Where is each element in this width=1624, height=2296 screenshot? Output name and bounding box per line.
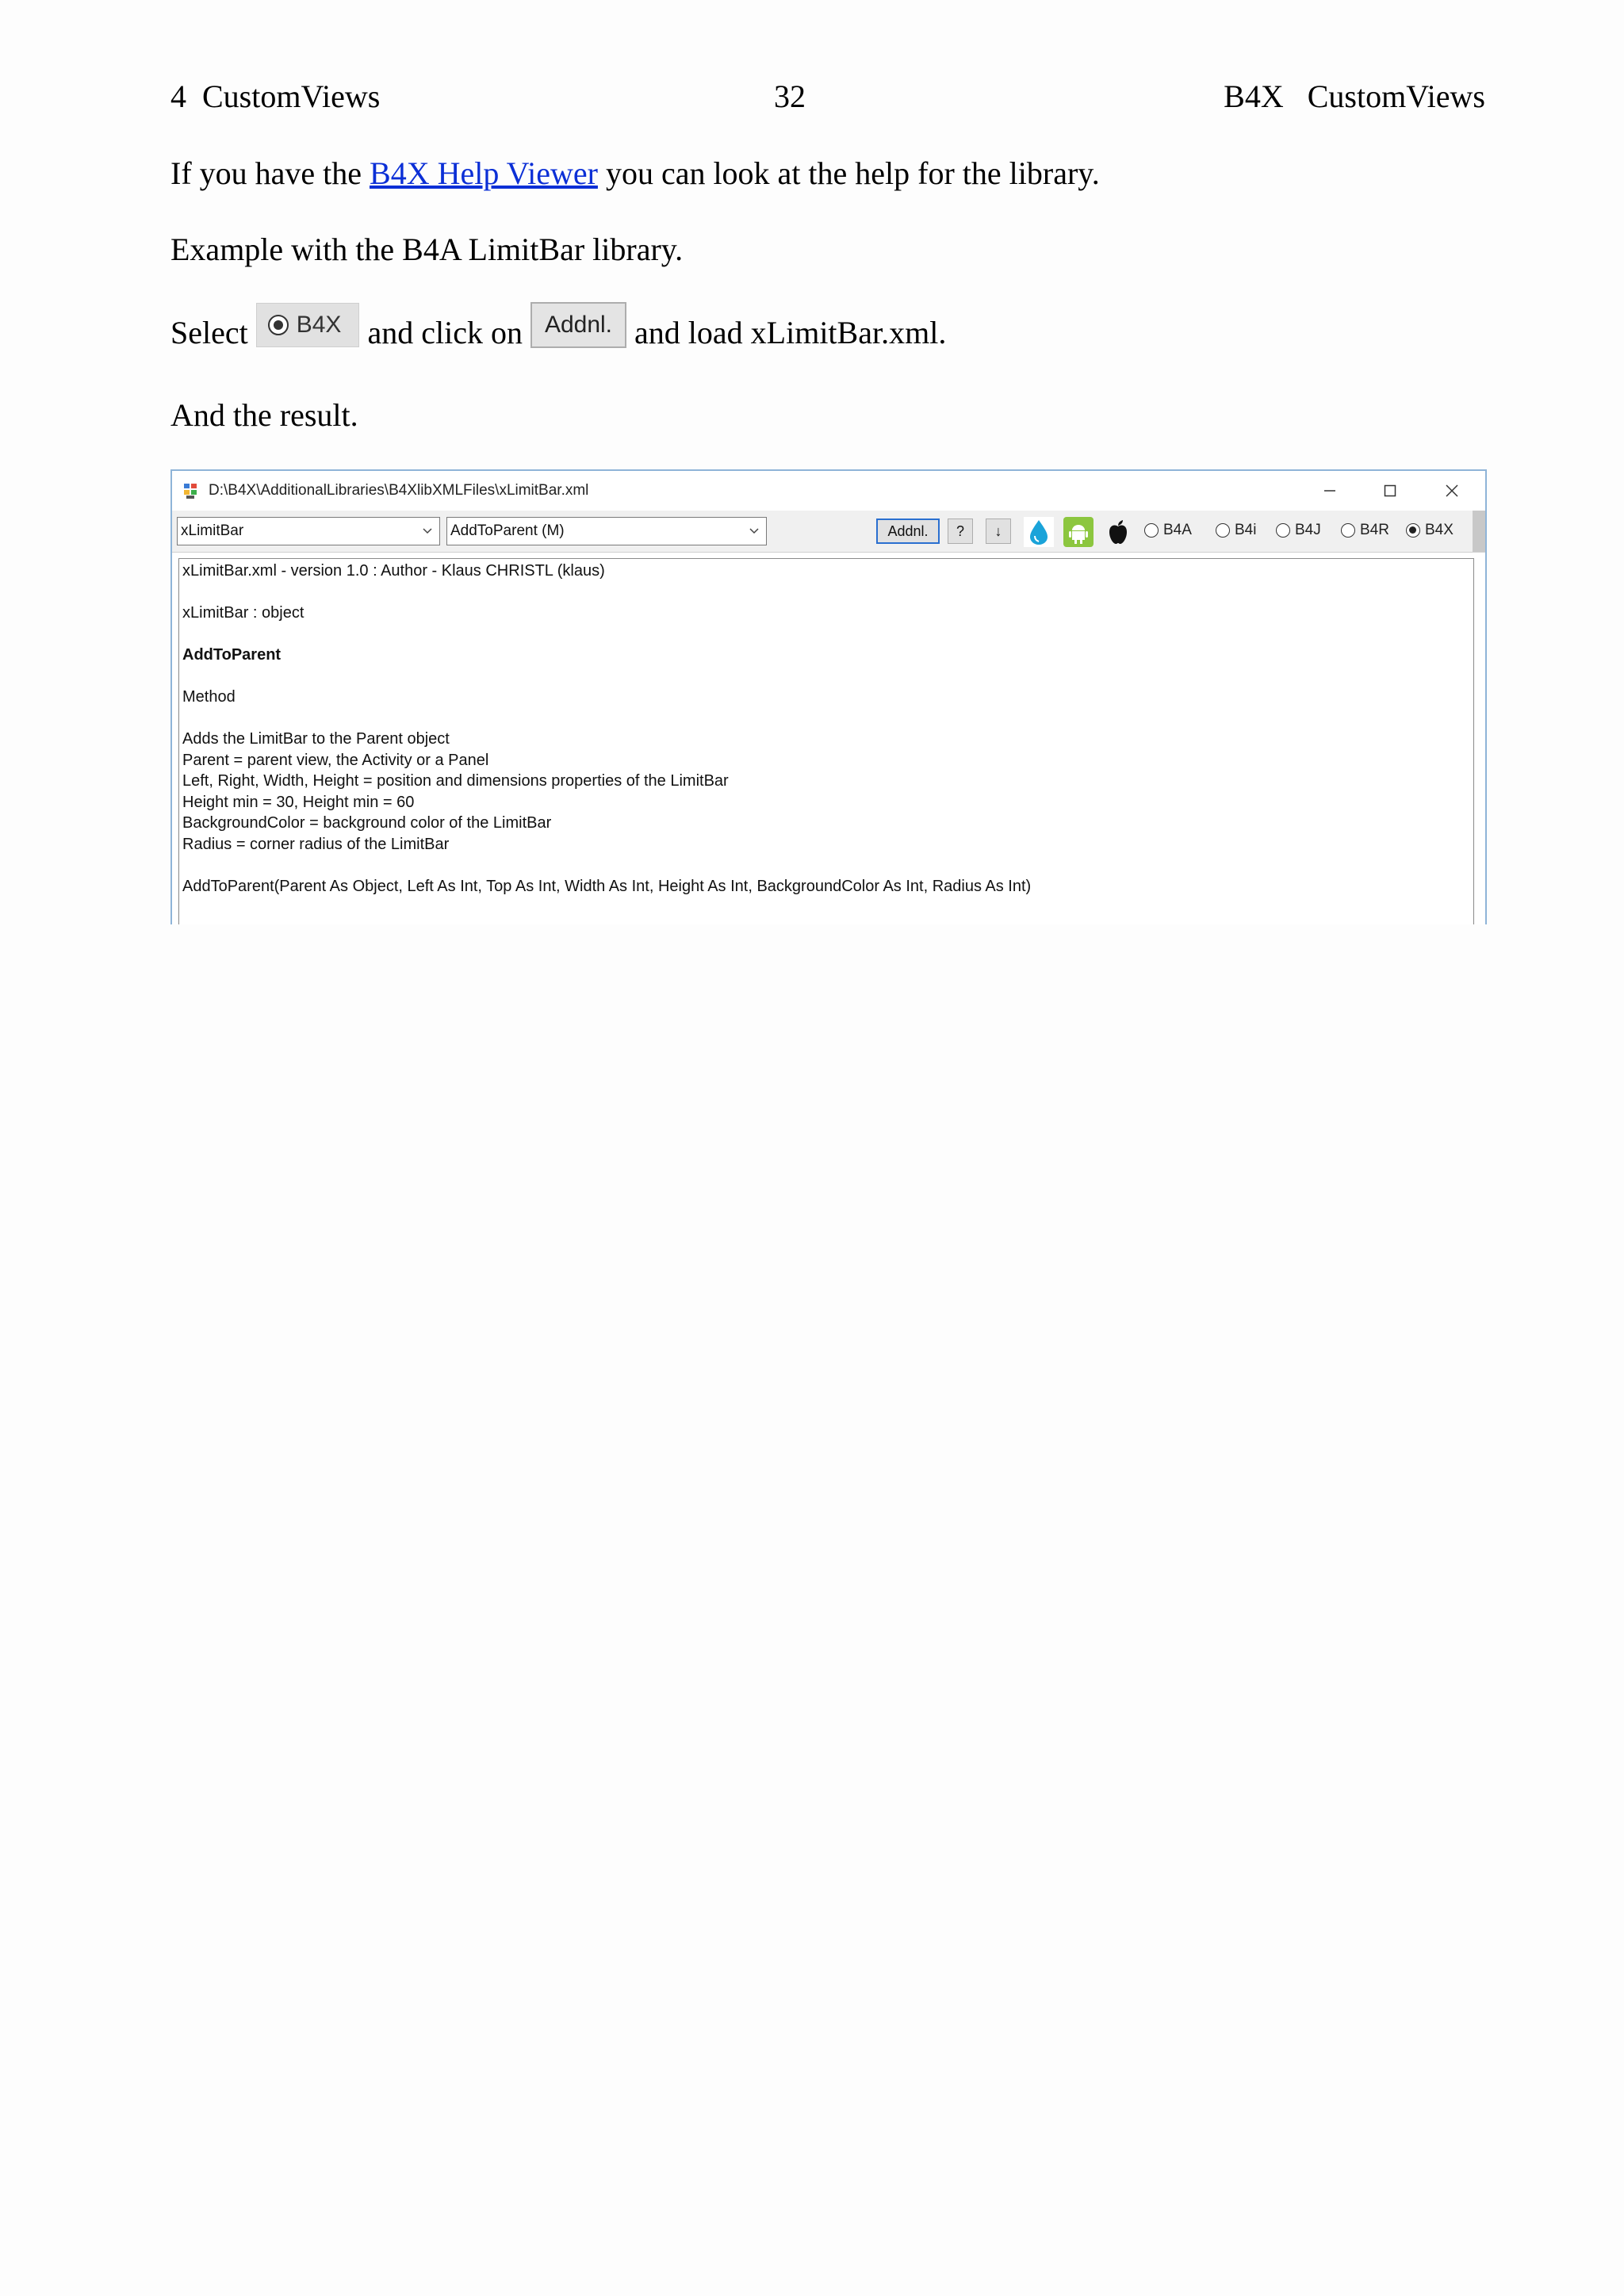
help-line: Height min = 30, Height min = 60 — [182, 793, 415, 811]
paragraph-instructions: Select B4X and click on Addnl. and load … — [170, 302, 947, 362]
window-titlebar: D:\B4X\AdditionalLibraries\B4XlibXMLFile… — [172, 471, 1485, 511]
help-line: Left, Right, Width, Height = position an… — [182, 772, 729, 790]
b4x-radio-inline-image: B4X — [255, 303, 360, 347]
platform-radio-b4j[interactable]: B4J — [1276, 522, 1321, 539]
platform-radio-b4i[interactable]: B4i — [1216, 522, 1256, 539]
window-toolbar: xLimitBar AddToParent (M) Addnl. ? ↓ B4A… — [172, 511, 1485, 553]
platform-label: B4A — [1163, 522, 1192, 538]
minimize-button[interactable] — [1314, 477, 1346, 504]
help-line: Radius = corner radius of the LimitBar — [182, 835, 450, 853]
help-line: Adds the LimitBar to the Parent object — [182, 730, 450, 748]
help-content-pane[interactable]: xLimitBar.xml - version 1.0 : Author - K… — [178, 558, 1474, 924]
platform-label: B4i — [1235, 522, 1257, 538]
help-line: BackgroundColor = background color of th… — [182, 814, 552, 832]
radio-icon — [1276, 523, 1290, 538]
object-select-value: xLimitBar — [181, 522, 244, 539]
chevron-down-icon — [423, 528, 432, 534]
paragraph-help-viewer: If you have the B4X Help Viewer you can … — [170, 153, 1100, 194]
help-viewer-window: D:\B4X\AdditionalLibraries\B4XlibXMLFile… — [170, 469, 1487, 924]
help-line: Parent = parent view, the Activity or a … — [182, 751, 489, 769]
platform-radio-b4r[interactable]: B4R — [1341, 522, 1389, 539]
addnl-button[interactable]: Addnl. — [876, 519, 940, 544]
member-select[interactable]: AddToParent (M) — [446, 517, 767, 545]
paragraph-result: And the result. — [170, 397, 358, 433]
paragraph-text: Select — [170, 315, 248, 350]
radio-icon — [1216, 523, 1230, 538]
document-page: 4 CustomViews 32 B4X CustomViews If you … — [0, 0, 1624, 2296]
help-signature: AddToParent(Parent As Object, Left As In… — [182, 877, 1032, 895]
help-line: xLimitBar : object — [182, 604, 304, 622]
help-line: xLimitBar.xml - version 1.0 : Author - K… — [182, 562, 605, 580]
paragraph-example: Example with the B4A LimitBar library. — [170, 232, 684, 267]
platform-radio-b4a[interactable]: B4A — [1144, 522, 1192, 539]
paragraph-text: and click on — [367, 315, 523, 350]
app-icon — [184, 484, 197, 499]
addnl-button-inline-image: Addnl. — [530, 302, 627, 348]
paragraph-text: you can look at the help for the library… — [597, 155, 1100, 191]
radio-icon — [1144, 523, 1159, 538]
help-button[interactable]: ? — [948, 519, 973, 544]
platform-label: B4X — [1425, 522, 1454, 538]
chevron-down-icon — [749, 528, 759, 534]
help-line: Method — [182, 688, 236, 706]
apple-icon[interactable] — [1103, 517, 1133, 547]
object-select[interactable]: xLimitBar — [177, 517, 440, 545]
b4x-help-viewer-link[interactable]: B4X Help Viewer — [370, 155, 598, 191]
maximize-icon — [1384, 484, 1396, 497]
header-book-title: B4X CustomViews — [1224, 78, 1485, 114]
radio-selected-icon — [1406, 523, 1420, 538]
close-icon — [1446, 484, 1458, 497]
paragraph-text: and load xLimitBar.xml. — [634, 315, 947, 350]
close-button[interactable] — [1436, 477, 1468, 504]
radio-icon — [1341, 523, 1355, 538]
b4x-radio-label: B4X — [296, 312, 342, 338]
toolbar-edge — [1473, 511, 1485, 552]
platform-radio-b4x[interactable]: B4X — [1406, 522, 1454, 539]
member-select-value: AddToParent (M) — [450, 522, 565, 539]
maximize-button[interactable] — [1374, 477, 1406, 504]
paragraph-text: If you have the — [170, 155, 370, 191]
window-title: D:\B4X\AdditionalLibraries\B4XlibXMLFile… — [209, 482, 589, 499]
radio-selected-icon — [267, 315, 289, 335]
android-icon[interactable] — [1063, 517, 1094, 547]
help-method-name: AddToParent — [182, 646, 282, 664]
platform-label: B4R — [1360, 522, 1389, 538]
minimize-icon — [1324, 490, 1335, 492]
download-button[interactable]: ↓ — [986, 519, 1011, 544]
platform-label: B4J — [1295, 522, 1321, 538]
b4j-icon[interactable] — [1024, 517, 1054, 547]
